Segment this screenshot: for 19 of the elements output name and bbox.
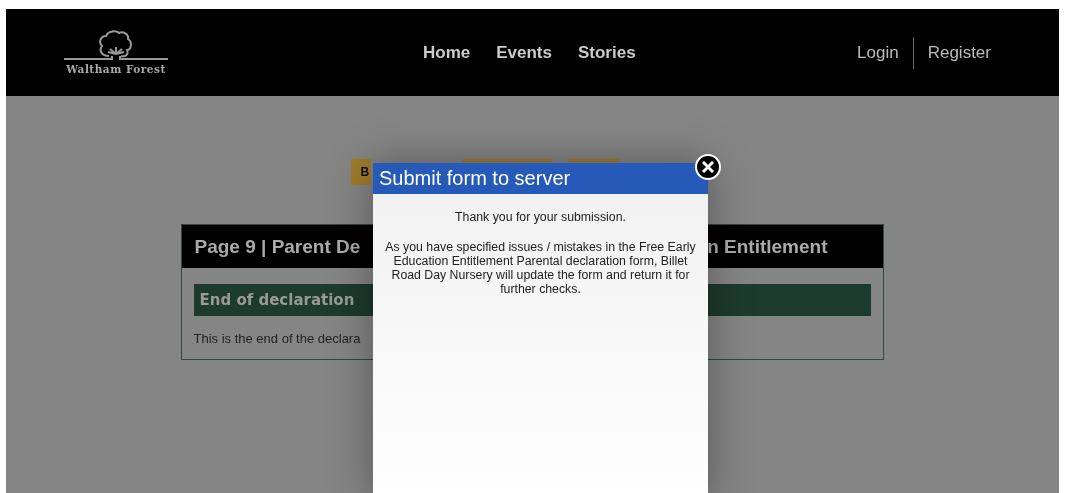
modal-message: As you have specified issues / mistakes in the Free Early Education Entitlement Parental declaration form, Billet Road Day Nursery will update the form and return it for further checks. <box>384 240 697 296</box>
form-button[interactable] <box>567 159 620 162</box>
close-button[interactable] <box>695 154 721 180</box>
close-icon <box>702 161 714 173</box>
card-title: n Entitlement <box>707 235 828 258</box>
card-title: Page 9 | Parent De <box>194 235 361 258</box>
auth-link[interactable]: Register <box>913 42 1005 63</box>
modal-message: Thank you for your submission. <box>454 210 627 224</box>
form-button[interactable] <box>461 159 552 162</box>
nav-link[interactable]: Events <box>496 42 552 63</box>
form-button[interactable]: B <box>350 159 371 185</box>
nav-link[interactable]: Home <box>423 42 471 63</box>
tree-logo-icon <box>63 30 169 62</box>
nav-link[interactable]: Stories <box>578 42 636 63</box>
section-title: End of declaration <box>199 291 355 309</box>
auth-link[interactable]: Login <box>843 42 913 63</box>
logo-text: Waltham Forest <box>66 63 166 75</box>
card-text: This is the end of the declara <box>193 331 362 346</box>
modal-title: Submit form to server <box>379 167 571 190</box>
